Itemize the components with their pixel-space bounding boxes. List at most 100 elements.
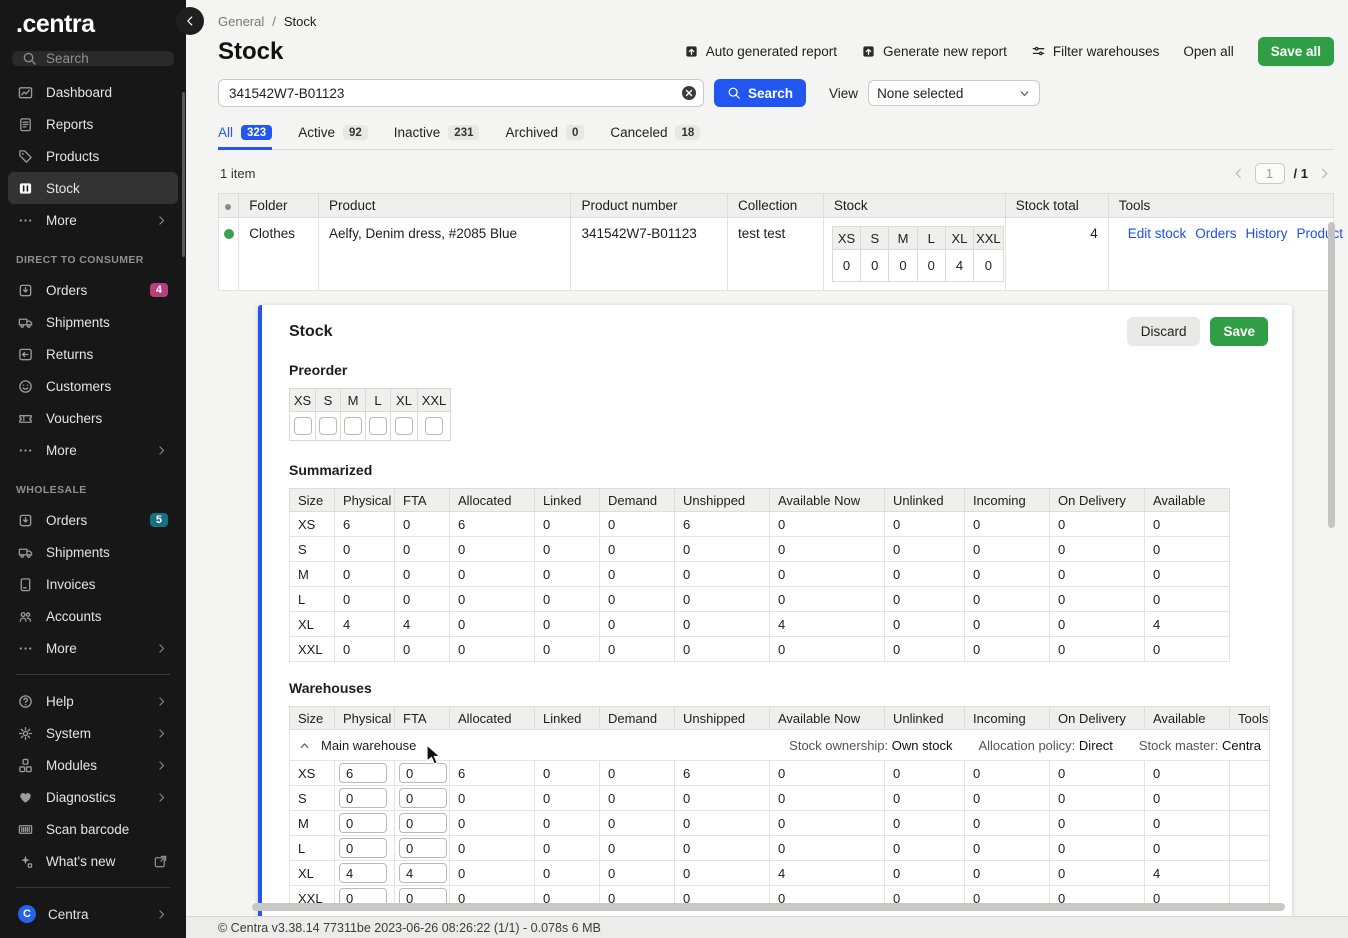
sidebar-item-returns[interactable]: Returns <box>8 338 178 370</box>
sidebar-item-accounts[interactable]: Accounts <box>8 600 178 632</box>
prev-page-icon[interactable] <box>1231 166 1246 181</box>
preorder-input-xs[interactable] <box>294 417 312 435</box>
search-input[interactable] <box>218 79 704 107</box>
preorder-input-xxl[interactable] <box>425 417 443 435</box>
sidebar-item-orders[interactable]: Orders4 <box>8 274 178 306</box>
sidebar-item-reports[interactable]: Reports <box>8 108 178 140</box>
physical-input-l[interactable] <box>339 838 387 858</box>
sidebar-item-system[interactable]: System <box>8 717 178 749</box>
tab-inactive[interactable]: Inactive231 <box>394 125 480 149</box>
cell-fta-input <box>395 811 450 836</box>
sidebar-item-dashboard[interactable]: Dashboard <box>8 76 178 108</box>
sidebar-scrollbar[interactable] <box>182 92 185 257</box>
physical-input-m[interactable] <box>339 813 387 833</box>
status-bar: © Centra v3.38.14 77311be 2023-06-26 08:… <box>186 916 1348 938</box>
help-icon <box>18 694 34 709</box>
physical-input-s[interactable] <box>339 788 387 808</box>
tab-all[interactable]: All323 <box>218 125 272 149</box>
preorder-size-header: L <box>366 389 391 412</box>
search-button[interactable]: Search <box>714 79 806 107</box>
sidebar-item-modules[interactable]: Modules <box>8 749 178 781</box>
sidebar-item-more[interactable]: More <box>8 632 178 664</box>
filter-warehouses-button[interactable]: Filter warehouses <box>1031 44 1160 59</box>
save-button[interactable]: Save <box>1210 317 1268 346</box>
sidebar-item-what-s-new[interactable]: What's new <box>8 845 178 877</box>
tool-link-product[interactable]: Product <box>1297 226 1344 241</box>
clear-search-icon[interactable] <box>681 85 697 101</box>
tool-link-history[interactable]: History <box>1246 226 1288 241</box>
tab-active[interactable]: Active92 <box>298 125 368 149</box>
summarized-cell: 0 <box>885 512 965 537</box>
sidebar-item-centra[interactable]: C Centra <box>8 898 178 930</box>
collapse-warehouse-icon[interactable] <box>298 739 311 752</box>
fta-input-xs[interactable] <box>399 763 447 783</box>
summarized-cell: 0 <box>395 587 450 612</box>
sidebar-collapse-button[interactable] <box>176 7 204 35</box>
sidebar-item-shipments[interactable]: Shipments <box>8 536 178 568</box>
sidebar-item-vouchers[interactable]: Vouchers <box>8 402 178 434</box>
summarized-cell: 0 <box>885 562 965 587</box>
horizontal-scrollbar[interactable] <box>252 903 1285 911</box>
sidebar-item-diagnostics[interactable]: Diagnostics <box>8 781 178 813</box>
sidebar-item-customers[interactable]: Customers <box>8 370 178 402</box>
sidebar-item-label: Modules <box>46 758 97 773</box>
warehouse-cell: 0 <box>675 836 770 861</box>
open-all-button[interactable]: Open all <box>1183 44 1233 59</box>
preorder-input-xl[interactable] <box>395 417 413 435</box>
warehouse-meta-item: Stock ownership: Own stock <box>789 738 952 753</box>
sidebar-item-scan-barcode[interactable]: Scan barcode <box>8 813 178 845</box>
product-row[interactable]: Clothes Aelfy, Denim dress, #2085 Blue 3… <box>219 218 1334 291</box>
preorder-input-s[interactable] <box>319 417 337 435</box>
stock-size-header: XS <box>832 227 860 250</box>
fta-input-l[interactable] <box>399 838 447 858</box>
vouchers-icon <box>18 411 34 426</box>
preorder-input-m[interactable] <box>344 417 362 435</box>
next-page-icon[interactable] <box>1317 166 1332 181</box>
tab-count-badge: 92 <box>343 125 368 140</box>
warehouse-cell: 0 <box>885 861 965 886</box>
sidebar-item-label: What's new <box>46 854 115 869</box>
warehouses-title: Warehouses <box>289 680 1268 696</box>
sidebar-item-help[interactable]: Help <box>8 685 178 717</box>
view-select[interactable]: None selected <box>868 80 1040 106</box>
sidebar-item-more[interactable]: More <box>8 434 178 466</box>
tab-archived[interactable]: Archived0 <box>505 125 584 149</box>
sidebar-item-shipments[interactable]: Shipments <box>8 306 178 338</box>
tab-canceled[interactable]: Canceled18 <box>610 125 700 149</box>
vertical-scrollbar[interactable] <box>1328 222 1335 528</box>
physical-input-xl[interactable] <box>339 863 387 883</box>
fta-input-m[interactable] <box>399 813 447 833</box>
column-header-tools: Tools <box>1230 707 1270 730</box>
page-input[interactable]: 1 <box>1255 163 1285 184</box>
column-header-available: Available <box>1145 707 1230 730</box>
fta-input-xl[interactable] <box>399 863 447 883</box>
auto-generated-report-button[interactable]: Auto generated report <box>684 44 837 59</box>
breadcrumb-general[interactable]: General <box>218 14 264 29</box>
preorder-input-l[interactable] <box>369 417 387 435</box>
warehouse-cell: 0 <box>535 786 600 811</box>
sidebar-item-stock[interactable]: Stock <box>8 172 178 204</box>
sidebar-search-input[interactable]: Search <box>12 51 174 66</box>
physical-input-xs[interactable] <box>339 763 387 783</box>
sidebar-item-invoices[interactable]: Invoices <box>8 568 178 600</box>
sidebar-item-orders[interactable]: Orders5 <box>8 504 178 536</box>
summarized-cell: 0 <box>335 587 395 612</box>
summarized-cell: 0 <box>1050 537 1145 562</box>
discard-button[interactable]: Discard <box>1127 317 1201 346</box>
tab-count-badge: 323 <box>241 125 272 140</box>
tab-count-badge: 0 <box>566 125 584 140</box>
fta-input-s[interactable] <box>399 788 447 808</box>
sidebar-item-products[interactable]: Products <box>8 140 178 172</box>
generate-new-report-button[interactable]: Generate new report <box>861 44 1007 59</box>
warehouse-cell: 0 <box>600 836 675 861</box>
warehouse-cell: 0 <box>450 786 535 811</box>
stock-edit-panel: Stock Discard Save Preorder XSSMLXLXXL S… <box>258 305 1292 916</box>
save-all-button[interactable]: Save all <box>1258 37 1334 66</box>
tool-link-orders[interactable]: Orders <box>1195 226 1236 241</box>
preorder-cell <box>418 412 451 441</box>
warehouse-meta-item: Allocation policy: Direct <box>978 738 1112 753</box>
sidebar-item-more[interactable]: More <box>8 204 178 236</box>
tool-link-edit-stock[interactable]: Edit stock <box>1128 226 1187 241</box>
cell-tools <box>1230 836 1270 861</box>
summarized-cell: 0 <box>395 512 450 537</box>
